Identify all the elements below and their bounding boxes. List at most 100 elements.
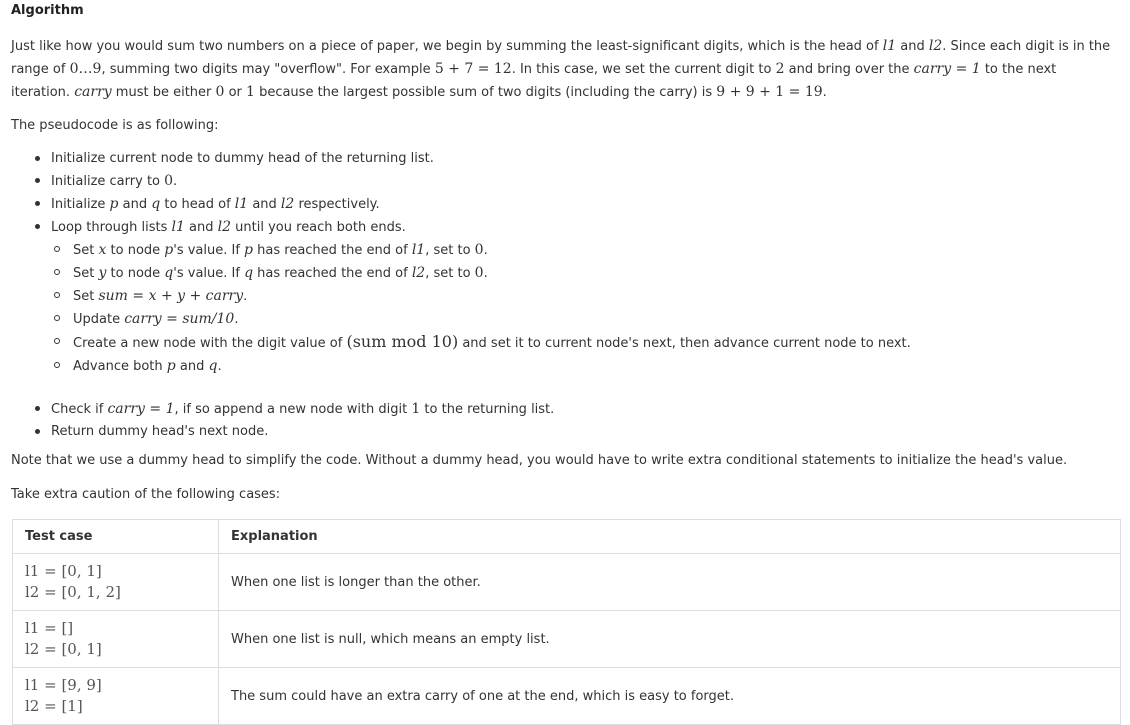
math: l1 [411,242,426,258]
text: . [217,359,222,374]
math: l1 [234,196,249,212]
text: , set to [425,266,475,281]
text: and [175,359,209,374]
list-item: Initialize p and q to head of l1 and l2 … [33,193,1113,216]
text: to node [106,243,165,258]
text: . [483,266,488,281]
header-explanation: Explanation [218,519,1121,554]
text: . [483,243,488,258]
text: Create a new node with the digit value o… [73,336,347,351]
math: 0 [474,242,484,258]
text: to head of [160,197,235,212]
text: . [243,289,248,304]
explanation-cell: When one list is null, which means an em… [218,610,1121,668]
math: q [164,265,174,281]
sub-list-item: Update carry = sum/10. [51,308,1113,331]
table-row: l1 = [9, 9] l2 = [1] The sum could have … [12,667,1121,725]
sub-list-item: Advance both p and q. [51,355,1113,378]
test-case-cell: l1 = [] l2 = [0, 1] [12,610,219,668]
math: sum = x + y + carry [98,288,244,304]
list-item: Initialize carry to 0. [33,170,1113,193]
math: p [164,242,174,258]
text: , set to [425,243,475,258]
math-carry-eq: carry = 1 [913,61,981,77]
sub-list-item: Set x to node p's value. If p has reache… [51,239,1113,262]
table-row: l1 = [] l2 = [0, 1] When one list is nul… [12,610,1121,668]
explanation-cell: The sum could have an extra carry of one… [218,667,1121,725]
text: 's value. If [173,266,245,281]
math: 0 [474,265,484,281]
table-row: l1 = [0, 1] l2 = [0, 1, 2] When one list… [12,553,1121,611]
math: l2 [411,265,426,281]
test-cases-table: Test case Explanation l1 = [0, 1] l2 = [… [12,519,1121,725]
text: and [248,197,281,212]
test-case-l2: l2 = [0, 1] [25,640,102,658]
math: (sum mod 10) [346,332,459,351]
math-l1: l1 [882,38,897,54]
text: . [234,312,239,327]
test-case-l2: l2 = [1] [25,697,83,715]
text: Just like how you would sum two numbers … [11,39,883,54]
text: must be either [111,85,216,100]
text: has reached the end of [253,266,412,281]
text: Return dummy head's next node. [51,424,269,439]
text: Initialize current node to dummy head of… [51,151,434,166]
test-case-cell: l1 = [0, 1] l2 = [0, 1, 2] [12,553,219,611]
text: and bring over the [784,62,914,77]
dummy-head-note: Note that we use a dummy head to simplif… [11,453,1068,468]
text: until you reach both ends. [231,220,406,235]
sub-list-item: Set y to node q's value. If q has reache… [51,262,1113,285]
math: carry = sum/10 [124,311,235,327]
text: , summing two digits may "overflow". For… [101,62,435,77]
text: respectively. [294,197,380,212]
text: because the largest possible sum of two … [254,85,717,100]
text: and set it to current node's next, then … [458,336,911,351]
text: or [224,85,247,100]
test-case-l1: l1 = [9, 9] [25,676,102,694]
loop-substeps: Set x to node p's value. If p has reache… [51,239,1113,378]
math: 1 [411,401,421,417]
intro-paragraph: Just like how you would sum two numbers … [11,35,1113,104]
text: Loop through lists [51,220,172,235]
math: q [151,196,161,212]
text: Set [73,289,99,304]
text: Update [73,312,125,327]
text: Initialize carry to [51,174,165,189]
text: Set [73,266,99,281]
math-carry: carry [74,84,112,100]
math: carry = 1 [107,401,175,417]
list-item: Return dummy head's next node. [33,421,1113,443]
test-case-l2: l2 = [0, 1, 2] [25,583,121,601]
text: and [118,197,152,212]
math: l1 [171,219,185,235]
math: p [166,358,176,374]
math-range: 0…9 [69,61,102,77]
math: q [244,265,254,281]
math-digit: 2 [775,61,785,77]
cases-intro: Take extra caution of the following case… [11,487,281,502]
text: and [896,39,929,54]
list-item: Check if carry = 1, if so append a new n… [33,398,1113,421]
text: Initialize [51,197,110,212]
math-max-sum: 9 + 9 + 1 = 19 [716,84,823,100]
math: 0 [164,173,174,189]
test-case-l1: l1 = [] [25,619,74,637]
text: Set [73,243,99,258]
pseudocode-intro: The pseudocode is as following: [11,118,219,133]
text: to the returning list. [420,402,555,417]
text: 's value. If [173,243,245,258]
math: p [244,242,254,258]
text: Advance both [73,359,167,374]
test-case-cell: l1 = [9, 9] l2 = [1] [12,667,219,725]
sub-list-item: Set sum = x + y + carry. [51,285,1113,308]
math-one: 1 [246,84,255,100]
test-case-l1: l1 = [0, 1] [25,562,102,580]
math: p [109,196,119,212]
text: . [822,85,827,100]
list-item: Loop through lists l1 and l2 until you r… [33,216,1113,398]
table-header-row: Test case Explanation [12,519,1121,554]
text: has reached the end of [253,243,412,258]
sub-list-item: Create a new node with the digit value o… [51,331,1113,355]
list-item: Initialize current node to dummy head of… [33,148,1113,170]
